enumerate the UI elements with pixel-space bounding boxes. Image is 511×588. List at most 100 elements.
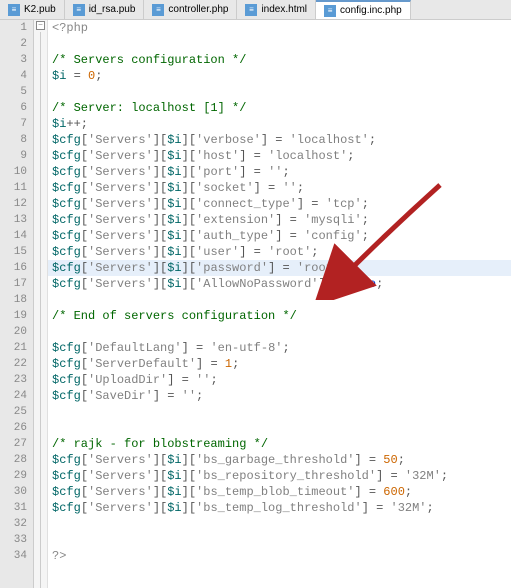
line-number: 29 bbox=[0, 468, 27, 484]
token-op: [ bbox=[81, 133, 88, 147]
token-op: ; bbox=[210, 373, 217, 387]
code-line[interactable] bbox=[48, 324, 511, 340]
code-line[interactable] bbox=[48, 84, 511, 100]
token-op: ; bbox=[398, 453, 405, 467]
code-line[interactable]: ?> bbox=[48, 548, 511, 564]
code-line[interactable]: $cfg['SaveDir'] = ''; bbox=[48, 388, 511, 404]
code-line[interactable] bbox=[48, 532, 511, 548]
fold-toggle-icon[interactable]: − bbox=[36, 21, 45, 30]
token-str: 'Servers' bbox=[88, 277, 153, 291]
token-var: $cfg bbox=[52, 149, 81, 163]
code-line[interactable]: $cfg['Servers'][$i]['extension'] = 'mysq… bbox=[48, 212, 511, 228]
tab-bar: ≡K2.pub≡id_rsa.pub≡controller.php≡index.… bbox=[0, 0, 511, 20]
code-line[interactable]: $cfg['Servers'][$i]['user'] = 'root'; bbox=[48, 244, 511, 260]
token-op: ] = bbox=[182, 341, 211, 355]
token-str: '' bbox=[196, 373, 210, 387]
code-line[interactable]: $cfg['Servers'][$i]['host'] = 'localhost… bbox=[48, 148, 511, 164]
code-line[interactable]: $cfg['ServerDefault'] = 1; bbox=[48, 356, 511, 372]
token-op: ; bbox=[347, 149, 354, 163]
token-op: ] = bbox=[196, 357, 225, 371]
tab-config-inc-php[interactable]: ≡config.inc.php bbox=[316, 0, 411, 19]
tab-k2-pub[interactable]: ≡K2.pub bbox=[0, 0, 65, 19]
token-cmt: /* Server: localhost [1] */ bbox=[52, 101, 246, 115]
file-icon: ≡ bbox=[245, 4, 257, 16]
code-line[interactable]: <?php bbox=[48, 20, 511, 36]
token-str: 'bs_garbage_threshold' bbox=[196, 453, 354, 467]
code-line[interactable]: $cfg['Servers'][$i]['auth_type'] = 'conf… bbox=[48, 228, 511, 244]
tab-index-html[interactable]: ≡index.html bbox=[237, 0, 316, 19]
token-cmt: /* Servers configuration */ bbox=[52, 53, 246, 67]
code-line[interactable] bbox=[48, 420, 511, 436]
token-str: 'Servers' bbox=[88, 213, 153, 227]
fold-column[interactable]: − bbox=[34, 20, 48, 588]
code-line[interactable]: $cfg['Servers'][$i]['AllowNoPassword'] =… bbox=[48, 276, 511, 292]
token-num: 1 bbox=[225, 357, 232, 371]
code-line[interactable] bbox=[48, 516, 511, 532]
code-line[interactable]: $i++; bbox=[48, 116, 511, 132]
line-number: 13 bbox=[0, 212, 27, 228]
code-line[interactable] bbox=[48, 292, 511, 308]
token-op: ][ bbox=[182, 277, 196, 291]
code-line[interactable]: /* Servers configuration */ bbox=[48, 52, 511, 68]
line-number: 17 bbox=[0, 276, 27, 292]
code-line[interactable]: $cfg['Servers'][$i]['verbose'] = 'localh… bbox=[48, 132, 511, 148]
token-op: ][ bbox=[182, 469, 196, 483]
token-str: 'root' bbox=[297, 261, 340, 275]
token-op: [ bbox=[81, 149, 88, 163]
token-op: ++; bbox=[66, 117, 88, 131]
tab-controller-php[interactable]: ≡controller.php bbox=[144, 0, 237, 19]
token-str: 'DefaultLang' bbox=[88, 341, 182, 355]
code-line[interactable]: $cfg['Servers'][$i]['bs_garbage_threshol… bbox=[48, 452, 511, 468]
token-op: ][ bbox=[182, 181, 196, 195]
token-op: [ bbox=[81, 453, 88, 467]
token-op: ] = bbox=[354, 485, 383, 499]
code-line[interactable]: $cfg['Servers'][$i]['connect_type'] = 't… bbox=[48, 196, 511, 212]
code-line[interactable]: $cfg['Servers'][$i]['socket'] = ''; bbox=[48, 180, 511, 196]
code-line[interactable]: $cfg['Servers'][$i]['bs_temp_blob_timeou… bbox=[48, 484, 511, 500]
token-op: ] = bbox=[261, 133, 290, 147]
line-number: 19 bbox=[0, 308, 27, 324]
code-line[interactable]: $cfg['Servers'][$i]['port'] = ''; bbox=[48, 164, 511, 180]
line-number-gutter: 1234567891011121314151617181920212223242… bbox=[0, 20, 34, 588]
line-number: 32 bbox=[0, 516, 27, 532]
token-op: ; bbox=[232, 357, 239, 371]
token-op: ][ bbox=[182, 133, 196, 147]
token-op: ] = bbox=[153, 389, 182, 403]
code-line[interactable]: $cfg['Servers'][$i]['bs_temp_log_thresho… bbox=[48, 500, 511, 516]
token-op: ] = bbox=[376, 469, 405, 483]
line-number: 24 bbox=[0, 388, 27, 404]
code-area[interactable]: <?php /* Servers configuration */$i = 0; /… bbox=[48, 20, 511, 588]
token-str: 'Servers' bbox=[88, 485, 153, 499]
tab-id_rsa-pub[interactable]: ≡id_rsa.pub bbox=[65, 0, 145, 19]
token-op: ][ bbox=[182, 213, 196, 227]
token-var: $cfg bbox=[52, 245, 81, 259]
code-line[interactable]: /* rajk - for blobstreaming */ bbox=[48, 436, 511, 452]
code-line[interactable]: $i = 0; bbox=[48, 68, 511, 84]
token-op: ][ bbox=[153, 133, 167, 147]
code-line[interactable] bbox=[48, 36, 511, 52]
token-op: = bbox=[66, 69, 88, 83]
token-op: [ bbox=[81, 501, 88, 515]
token-var: $cfg bbox=[52, 469, 81, 483]
token-str: 'ServerDefault' bbox=[88, 357, 196, 371]
code-line[interactable]: $cfg['DefaultLang'] = 'en-utf-8'; bbox=[48, 340, 511, 356]
code-line[interactable]: /* Server: localhost [1] */ bbox=[48, 100, 511, 116]
token-op: ; bbox=[282, 165, 289, 179]
code-line[interactable]: $cfg['Servers'][$i]['password'] = 'root'… bbox=[48, 260, 511, 276]
token-var: $cfg bbox=[52, 261, 81, 275]
code-line[interactable] bbox=[48, 404, 511, 420]
token-op: ] = bbox=[275, 229, 304, 243]
line-number: 28 bbox=[0, 452, 27, 468]
token-op: ] = bbox=[268, 261, 297, 275]
token-str: 'Servers' bbox=[88, 229, 153, 243]
code-line[interactable]: /* End of servers configuration */ bbox=[48, 308, 511, 324]
line-number: 6 bbox=[0, 100, 27, 116]
token-op: [ bbox=[81, 469, 88, 483]
code-line[interactable]: $cfg['Servers'][$i]['bs_repository_thres… bbox=[48, 468, 511, 484]
token-op: ][ bbox=[182, 501, 196, 515]
token-cmt: /* rajk - for blobstreaming */ bbox=[52, 437, 268, 451]
token-op: ][ bbox=[153, 165, 167, 179]
code-line[interactable]: $cfg['UploadDir'] = ''; bbox=[48, 372, 511, 388]
token-str: 'mysqli' bbox=[304, 213, 362, 227]
line-number: 22 bbox=[0, 356, 27, 372]
